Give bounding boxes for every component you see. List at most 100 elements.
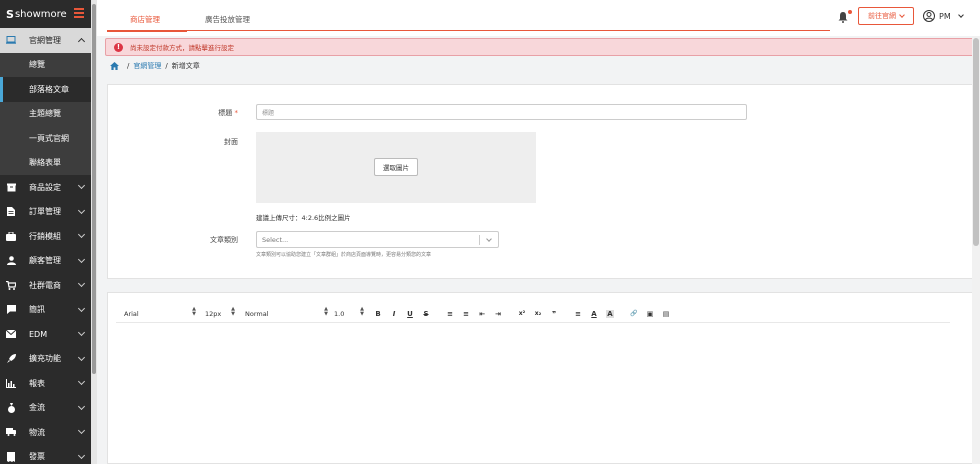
subscript-icon[interactable]: x₂ — [534, 310, 542, 317]
sidebar-item-orders[interactable]: 訂單管理 — [0, 200, 91, 225]
sidebar-item-payments[interactable]: 金流 — [0, 396, 91, 421]
money-bag-icon — [6, 402, 16, 413]
sidebar-item-label: 顧客管理 — [29, 256, 61, 266]
chevron-down-icon — [957, 12, 964, 18]
breadcrumb-separator: / — [127, 62, 130, 70]
bar-chart-icon — [6, 378, 16, 388]
page-scrollbar[interactable] — [972, 36, 980, 464]
sidebar-subitem-overview[interactable]: 總覽 — [0, 52, 91, 77]
chevron-down-icon — [77, 255, 86, 263]
pick-image-button[interactable]: 選取圖片 — [374, 158, 418, 176]
chevron-down-icon — [77, 304, 86, 312]
sidebar-scroll-thumb[interactable] — [92, 4, 96, 374]
sidebar-item-edm[interactable]: EDM — [0, 322, 91, 347]
size-value: 12px — [205, 309, 222, 318]
blockquote-icon[interactable]: ❞ — [550, 310, 558, 318]
sidebar-item-label: EDM — [29, 329, 48, 339]
sidebar-item-products[interactable]: 商品設定 — [0, 175, 91, 200]
page-scroll-thumb[interactable] — [973, 38, 979, 246]
document-icon — [6, 207, 16, 217]
chevron-down-icon — [77, 181, 86, 190]
category-placeholder: Select... — [262, 235, 289, 244]
exclamation-icon: ! — [114, 42, 123, 52]
breadcrumb: / 官網管理 / 新增文章 — [110, 61, 200, 71]
sidebar-item-reports[interactable]: 報表 — [0, 371, 91, 396]
strike-icon[interactable]: S — [422, 310, 430, 318]
link-icon[interactable]: 🔗 — [630, 310, 638, 317]
select-divider — [479, 235, 480, 245]
user-avatar-icon — [923, 10, 935, 22]
updown-arrow-icon: ▲ ▼ — [360, 305, 364, 317]
sidebar-item-customers[interactable]: 顧客管理 — [0, 249, 91, 274]
outdent-icon[interactable]: ⇤ — [478, 310, 486, 318]
text-style-select[interactable]: Normal ▲ ▼ — [245, 306, 328, 318]
superscript-icon[interactable]: x² — [518, 310, 526, 317]
sidebar-item-social-commerce[interactable]: 社群電商 — [0, 273, 91, 298]
line-height-select[interactable]: 1.0 ▲ ▼ — [334, 305, 364, 318]
cover-label: 封面 — [224, 138, 238, 146]
subitem-label: 總覽 — [29, 60, 45, 70]
breadcrumb-link-website[interactable]: 官網管理 — [133, 61, 161, 71]
tab-store-management[interactable]: 商店管理 — [130, 14, 160, 25]
chat-icon — [6, 305, 16, 315]
updown-arrow-icon: ▲ ▼ — [231, 305, 235, 317]
envelope-icon — [6, 329, 16, 339]
subitem-label: 聯絡表單 — [29, 158, 61, 168]
image-icon[interactable]: ▣ — [646, 310, 654, 318]
active-tab-indicator — [107, 30, 187, 32]
font-color-icon[interactable]: A — [590, 310, 598, 318]
sidebar-subitem-onepage[interactable]: 一頁式官網 — [0, 126, 91, 151]
ordered-list-icon[interactable]: ≡ — [446, 310, 454, 318]
hamburger-menu-icon[interactable] — [74, 8, 84, 18]
sidebar-item-website[interactable]: 官網管理 — [0, 28, 91, 53]
sidebar-item-sms[interactable]: 簡訊 — [0, 298, 91, 323]
align-icon[interactable]: ≡ — [574, 310, 582, 318]
video-icon[interactable]: ▤ — [662, 310, 670, 318]
title-label: 標題 * — [178, 108, 238, 118]
italic-icon[interactable]: I — [390, 310, 398, 318]
sidebar-item-label: 金流 — [29, 403, 45, 413]
article-form-card: 標題 * 標題 封面 選取圖片 建議上傳尺寸：4:2.6比例之圖片 文章類別 S… — [107, 84, 973, 279]
sidebar-subitem-blog[interactable]: 部落格文章 — [0, 77, 91, 102]
sidebar-item-marketing[interactable]: 行銷模組 — [0, 224, 91, 249]
chevron-down-icon — [77, 377, 86, 386]
user-menu[interactable]: PM — [923, 10, 964, 22]
sidebar-item-extensions[interactable]: 擴充功能 — [0, 347, 91, 372]
font-family-select[interactable]: Arial ▲ ▼ — [124, 306, 196, 318]
background-color-icon[interactable]: A — [606, 309, 614, 318]
notification-dot — [848, 10, 852, 14]
editor-card: Arial ▲ ▼ 12px ▲ ▼ Normal ▲ ▼ 1.0 ▲ ▼ B I U S ≡ … — [107, 292, 973, 464]
sidebar-item-label: 擴充功能 — [29, 354, 61, 364]
user-name: PM — [939, 11, 951, 21]
sidebar-item-label: 物流 — [29, 427, 45, 437]
payment-alert[interactable]: ! 尚未設定付款方式，請點擊進行設定 — [105, 38, 975, 56]
bold-icon[interactable]: B — [374, 310, 382, 318]
cover-size-hint: 建議上傳尺寸：4:2.6比例之圖片 — [256, 214, 351, 222]
category-hint: 文章類別可以協助您建立「文章群組」於商店頁面導覽時，更容易分類您的文章 — [256, 252, 432, 258]
sidebar-scrollbar[interactable] — [91, 0, 97, 464]
sidebar-item-invoice[interactable]: 發票 — [0, 445, 91, 464]
sidebar-subitem-contact-form[interactable]: 聯絡表單 — [0, 150, 91, 175]
breadcrumb-separator: / — [165, 62, 168, 70]
sidebar-item-label: 簡訊 — [29, 305, 45, 315]
subitem-label: 部落格文章 — [29, 84, 69, 94]
bullet-list-icon[interactable]: ≡ — [462, 310, 470, 318]
font-size-select[interactable]: 12px ▲ ▼ — [205, 305, 235, 318]
receipt-icon — [6, 451, 16, 462]
goto-website-button[interactable]: 前往官網 — [858, 7, 914, 25]
underline-icon[interactable]: U — [406, 310, 414, 318]
category-select[interactable]: Select... — [256, 231, 499, 248]
home-icon[interactable] — [110, 62, 119, 70]
cover-dropzone[interactable]: 選取圖片 — [256, 132, 536, 203]
sidebar-item-logistics[interactable]: 物流 — [0, 420, 91, 445]
tab-ad-management[interactable]: 廣告投放管理 — [205, 14, 250, 25]
sidebar-nav: 官網管理 總覽 部落格文章 主題總覽 一頁式官網 聯絡表單 商品設定 訂單管理 … — [0, 28, 91, 464]
title-input[interactable]: 標題 — [256, 104, 747, 120]
logo[interactable]: S showmore — [0, 0, 91, 28]
sidebar-subitem-themes[interactable]: 主題總覽 — [0, 101, 91, 126]
editor-content-area[interactable] — [116, 327, 950, 457]
chevron-down-icon — [77, 279, 86, 288]
indent-icon[interactable]: ⇥ — [494, 310, 502, 318]
alert-text: 尚未設定付款方式，請點擊進行設定 — [130, 44, 234, 52]
subitem-label: 一頁式官網 — [29, 133, 69, 143]
